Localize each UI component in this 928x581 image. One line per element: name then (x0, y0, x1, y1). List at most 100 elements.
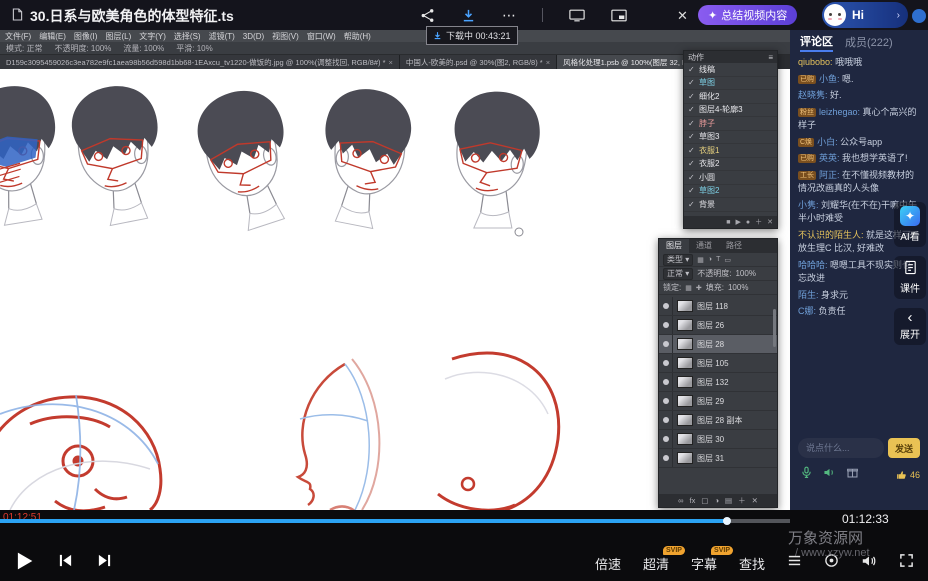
tab-channels[interactable]: 通道 (689, 239, 719, 253)
volume-icon[interactable] (861, 553, 877, 574)
document-tab[interactable]: D159c3095459026c3ea782e9fc1aea98b56d598d… (0, 55, 400, 69)
lock-move-icon[interactable]: ✚ (696, 284, 702, 292)
subtitle-button[interactable]: 字幕 SVIP (691, 554, 717, 573)
layer-mask-icon[interactable]: ▢ (701, 496, 708, 505)
layer-thumbnail[interactable] (677, 300, 693, 312)
actions-panel-header[interactable]: 动作 ≡ (684, 51, 777, 63)
cast-icon[interactable] (569, 9, 585, 22)
courseware-button[interactable]: 课件 (894, 256, 926, 299)
adjustment-icon[interactable]: ◑ (714, 496, 719, 505)
progress-scrubber[interactable] (723, 517, 731, 525)
check-icon[interactable]: ✓ (688, 65, 696, 74)
expand-button[interactable]: ‹ 展开 (894, 308, 926, 345)
check-icon[interactable]: ✓ (688, 200, 696, 209)
tab-paths[interactable]: 路径 (719, 239, 749, 253)
visibility-eye-icon[interactable] (659, 373, 673, 391)
layer-thumbnail[interactable] (677, 414, 693, 426)
check-icon[interactable]: ✓ (688, 186, 696, 195)
summarize-video-button[interactable]: ✦ 总结视频内容 (698, 5, 797, 25)
ps-menu-item[interactable]: 窗口(W) (307, 31, 336, 42)
layer-thumbnail[interactable] (677, 433, 693, 445)
download-icon[interactable] (461, 8, 476, 23)
pip-icon[interactable] (611, 9, 627, 22)
check-icon[interactable]: ✓ (688, 146, 696, 155)
lock-pixels-icon[interactable]: ▦ (685, 284, 692, 292)
chat-input[interactable] (798, 438, 884, 458)
ps-option-item[interactable]: 模式: 正常 (6, 43, 42, 54)
visibility-eye-icon[interactable] (659, 392, 673, 410)
check-icon[interactable]: ✓ (688, 92, 696, 101)
action-row[interactable]: ✓ 衣服2 (684, 158, 777, 172)
action-row[interactable]: ✓ 脖子 (684, 117, 777, 131)
layer-thumbnail[interactable] (677, 395, 693, 407)
ps-menu-item[interactable]: 编辑(E) (39, 31, 66, 42)
video-frame[interactable]: 文件(F)编辑(E)图像(I)图层(L)文字(Y)选择(S)滤镜(T)3D(D)… (0, 30, 790, 510)
tab-members[interactable]: 成员(222) (845, 34, 893, 50)
ai-watch-button[interactable]: ✦ AI看 (894, 202, 926, 247)
speed-button[interactable]: 倍速 (595, 554, 621, 573)
action-row[interactable]: ✓ 细化2 (684, 90, 777, 104)
ps-menu-item[interactable]: 帮助(H) (344, 31, 371, 42)
layer-row[interactable]: 图层 105 (659, 354, 777, 373)
tab-comments[interactable]: 评论区 (800, 33, 833, 52)
check-icon[interactable]: ✓ (688, 173, 696, 182)
like-button[interactable]: 46 (896, 469, 920, 481)
layer-row[interactable]: 图层 31 (659, 449, 777, 468)
layer-row[interactable]: 图层 30 (659, 430, 777, 449)
filter-type-dropdown[interactable]: 类型 ▾ (663, 254, 693, 266)
layers-scrollbar[interactable] (773, 309, 776, 347)
delete-action-icon[interactable]: ✕ (767, 218, 773, 226)
layer-row[interactable]: 图层 28 (659, 335, 777, 354)
link-layers-icon[interactable]: ∞ (678, 496, 683, 505)
record-icon[interactable] (824, 553, 839, 573)
layer-thumbnail[interactable] (677, 452, 693, 464)
layer-thumbnail[interactable] (677, 338, 693, 350)
layer-row[interactable]: 图层 28 副本 (659, 411, 777, 430)
opacity-value[interactable]: 100% (735, 269, 755, 278)
filter-pixel-icon[interactable]: ▦ (697, 256, 704, 264)
ps-menu-item[interactable]: 文字(Y) (139, 31, 166, 42)
action-row[interactable]: ✓ 线稿 (684, 63, 777, 77)
layer-row[interactable]: 图层 26 (659, 316, 777, 335)
filter-adjust-icon[interactable]: ◑ (708, 256, 712, 263)
action-row[interactable]: ✓ 背景 (684, 198, 777, 212)
layer-row[interactable]: 图层 118 (659, 297, 777, 316)
layer-row[interactable]: 图层 29 (659, 392, 777, 411)
close-tab-icon[interactable]: × (546, 58, 550, 67)
close-tab-icon[interactable]: × (389, 58, 393, 67)
visibility-eye-icon[interactable] (659, 335, 673, 353)
document-tab[interactable]: 中国人-欧美的.psd @ 30%(图2, RGB/8) * × (400, 55, 557, 69)
action-row[interactable]: ✓ 草图3 (684, 131, 777, 145)
close-icon[interactable]: ✕ (677, 9, 688, 22)
new-layer-icon[interactable]: ＋ (738, 495, 746, 506)
ps-menu-item[interactable]: 图层(L) (105, 31, 131, 42)
check-icon[interactable]: ✓ (688, 119, 696, 128)
stop-icon[interactable]: ■ (726, 219, 730, 226)
ps-menu-item[interactable]: 视图(V) (272, 31, 299, 42)
panel-menu-icon[interactable]: ≡ (768, 53, 773, 62)
visibility-eye-icon[interactable] (659, 449, 673, 467)
previous-button[interactable] (58, 553, 73, 573)
check-icon[interactable]: ✓ (688, 159, 696, 168)
ps-menu-item[interactable]: 选择(S) (174, 31, 201, 42)
progress-bar[interactable] (0, 519, 790, 523)
more-icon[interactable]: ⋯ (502, 8, 516, 22)
visibility-eye-icon[interactable] (659, 411, 673, 429)
playlist-icon[interactable] (787, 553, 802, 573)
layer-row[interactable]: 图层 132 (659, 373, 777, 392)
sound-icon[interactable] (823, 466, 836, 484)
ps-option-item[interactable]: 平滑: 10% (176, 43, 212, 54)
fullscreen-icon[interactable] (899, 553, 914, 573)
record-action-icon[interactable]: ● (746, 219, 750, 226)
ps-option-item[interactable]: 不透明度: 100% (54, 43, 111, 54)
layer-thumbnail[interactable] (677, 357, 693, 369)
fill-value[interactable]: 100% (728, 283, 748, 292)
ps-option-item[interactable]: 流量: 100% (123, 43, 164, 54)
blend-mode-dropdown[interactable]: 正常 ▾ (663, 268, 693, 280)
share-icon[interactable] (420, 8, 435, 23)
check-icon[interactable]: ✓ (688, 78, 696, 87)
layer-style-icon[interactable]: fx (690, 496, 696, 505)
delete-layer-icon[interactable]: ✕ (752, 496, 758, 505)
next-button[interactable] (97, 553, 112, 573)
layer-thumbnail[interactable] (677, 376, 693, 388)
